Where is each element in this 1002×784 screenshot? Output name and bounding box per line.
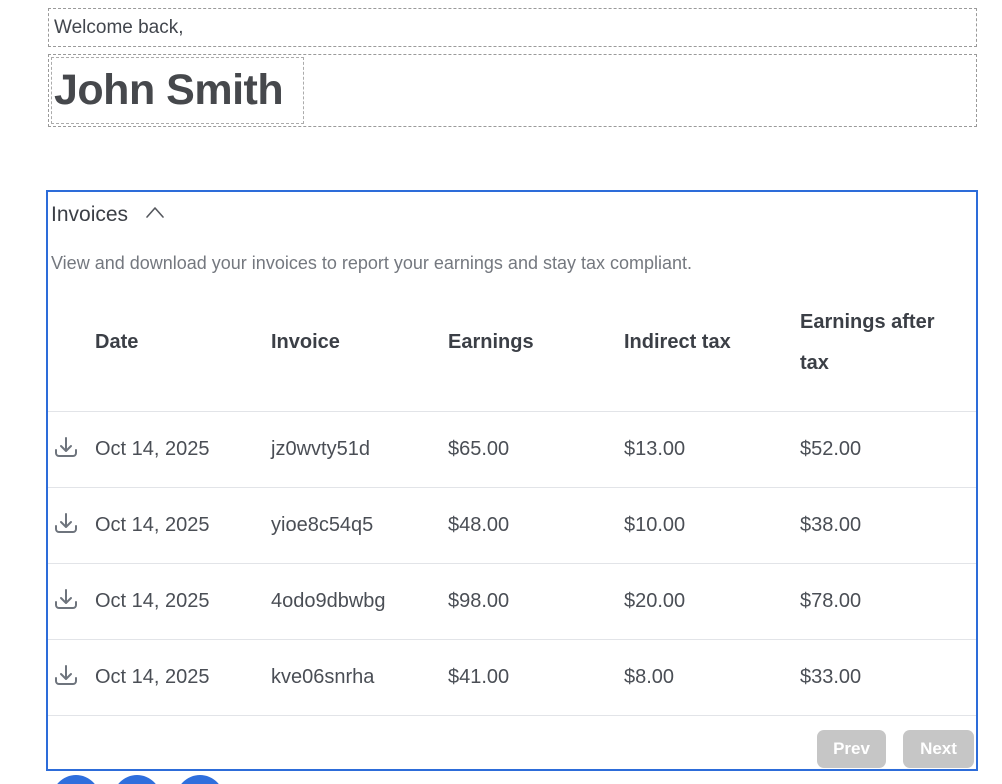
pagination-footer: Prev Next [48,715,976,769]
col-header-earnings-after-tax: Earnings after tax [800,302,976,384]
cell-invoice: 4odo9dbwbg [271,590,448,613]
cell-earnings: $48.00 [448,514,624,537]
bottom-circle-button[interactable] [52,775,100,784]
download-icon [50,585,82,618]
cell-earnings-after-tax: $78.00 [800,590,976,613]
download-invoice-button[interactable] [50,585,82,618]
download-icon [50,433,82,466]
welcome-field[interactable]: Welcome back, [48,8,977,47]
user-name-field[interactable]: John Smith [51,57,304,124]
table-header-row: Date Invoice Earnings Indirect tax Earni… [48,274,976,411]
cell-indirect-tax: $8.00 [624,666,800,689]
cell-indirect-tax: $10.00 [624,514,800,537]
table-row: Oct 14, 2025 jz0wvty51d $65.00 $13.00 $5… [48,411,976,487]
collapse-section-button[interactable] [143,204,167,225]
table-row: Oct 14, 2025 yioe8c54q5 $48.00 $10.00 $3… [48,487,976,563]
invoices-card: Invoices View and download your invoices… [46,190,978,771]
download-icon [50,661,82,694]
cell-earnings-after-tax: $52.00 [800,438,976,461]
cell-earnings-after-tax: $38.00 [800,514,976,537]
invoices-header: Invoices [48,192,976,227]
cell-date: Oct 14, 2025 [95,590,271,613]
user-name: John Smith [54,66,283,115]
cell-date: Oct 14, 2025 [95,514,271,537]
cell-earnings: $41.00 [448,666,624,689]
download-icon [50,509,82,542]
invoices-title: Invoices [51,203,128,227]
cell-invoice: yioe8c54q5 [271,514,448,537]
bottom-circle-button[interactable] [176,775,224,784]
col-header-date: Date [95,331,271,354]
col-header-invoice: Invoice [271,331,448,354]
cell-invoice: kve06snrha [271,666,448,689]
download-invoice-button[interactable] [50,509,82,542]
table-row: Oct 14, 2025 4odo9dbwbg $98.00 $20.00 $7… [48,563,976,639]
cell-invoice: jz0wvty51d [271,438,448,461]
download-invoice-button[interactable] [50,433,82,466]
col-header-indirect-tax: Indirect tax [624,331,800,354]
prev-page-button[interactable]: Prev [817,730,886,768]
next-page-button[interactable]: Next [903,730,974,768]
cell-date: Oct 14, 2025 [95,666,271,689]
table-row: Oct 14, 2025 kve06snrha $41.00 $8.00 $33… [48,639,976,715]
cell-indirect-tax: $13.00 [624,438,800,461]
user-name-region[interactable]: John Smith [48,54,977,127]
cell-earnings: $98.00 [448,590,624,613]
welcome-label: Welcome back, [54,17,184,39]
cell-indirect-tax: $20.00 [624,590,800,613]
chevron-up-icon [143,204,167,225]
cell-earnings: $65.00 [448,438,624,461]
download-invoice-button[interactable] [50,661,82,694]
invoices-table: Date Invoice Earnings Indirect tax Earni… [48,274,976,769]
col-header-earnings: Earnings [448,331,624,354]
cell-date: Oct 14, 2025 [95,438,271,461]
invoices-description: View and download your invoices to repor… [48,253,976,274]
cell-earnings-after-tax: $33.00 [800,666,976,689]
bottom-circle-button[interactable] [113,775,161,784]
